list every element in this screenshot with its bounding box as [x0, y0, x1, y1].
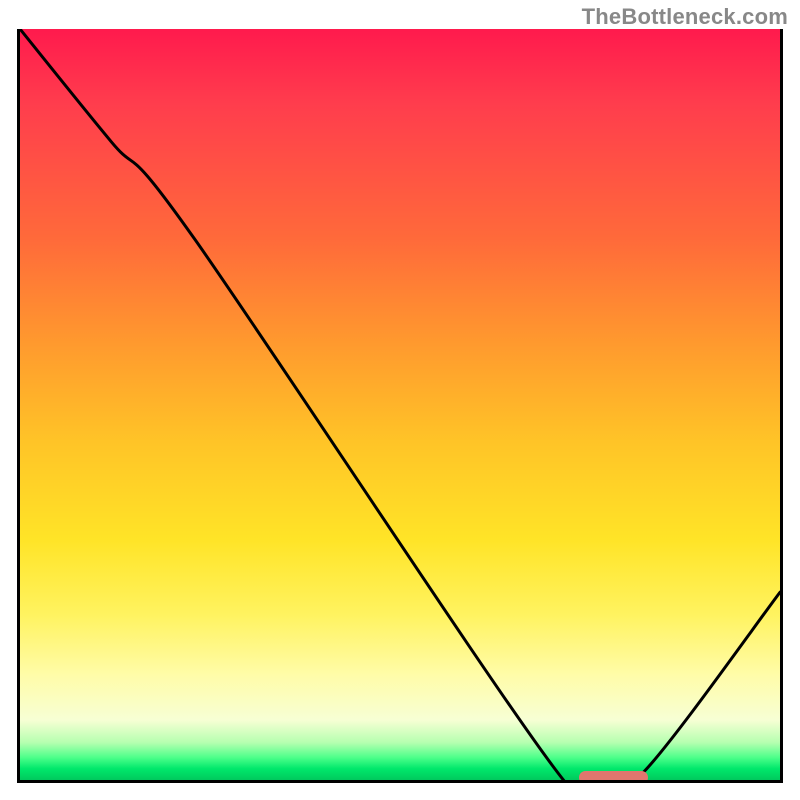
chart-stage: TheBottleneck.com [0, 0, 800, 800]
optimal-range-marker [579, 771, 648, 783]
watermark-text: TheBottleneck.com [582, 4, 788, 30]
bottleneck-curve [20, 29, 780, 780]
plot-frame [17, 29, 783, 783]
